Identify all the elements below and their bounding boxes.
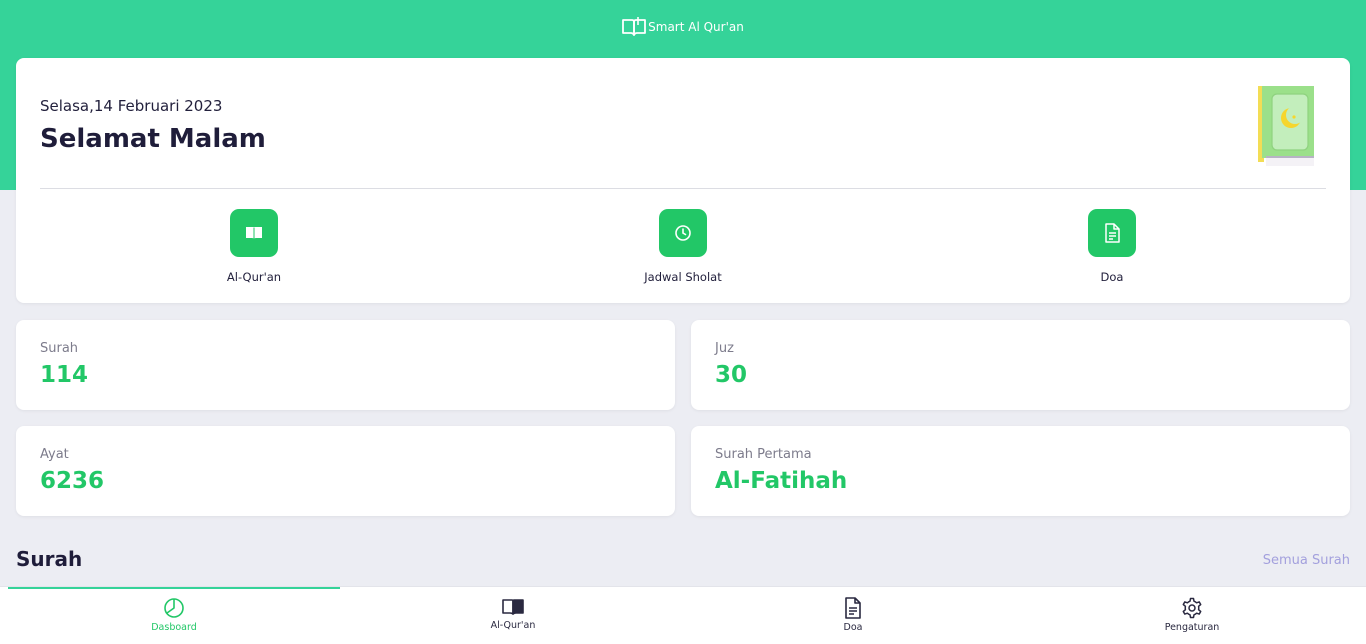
shortcut-doa[interactable]: Doa — [1052, 209, 1172, 284]
greeting-title: Selamat Malam — [40, 124, 266, 154]
app-bar: Smart Al Qur'an — [0, 0, 1366, 52]
document-icon — [753, 597, 953, 619]
shortcut-al-quran[interactable]: Al-Qur'an — [194, 209, 314, 284]
stat-card-juz: Juz 30 — [691, 320, 1350, 410]
stat-card-surah: Surah 114 — [16, 320, 675, 410]
stat-value: Al-Fatihah — [715, 468, 848, 494]
bottom-navigation: Dasboard Al-Qur'an Doa Pengaturan — [0, 586, 1366, 644]
open-book-icon — [230, 209, 278, 257]
document-icon — [1088, 209, 1136, 257]
stat-card-ayat: Ayat 6236 — [16, 426, 675, 516]
shortcut-label: Al-Qur'an — [226, 270, 282, 284]
see-all-surah-link[interactable]: Semua Surah — [1263, 553, 1350, 568]
nav-item-settings[interactable]: Pengaturan — [1092, 597, 1292, 633]
nav-item-doa[interactable]: Doa — [753, 597, 953, 633]
shortcut-label: Doa — [1100, 270, 1124, 284]
nav-label: Dasboard — [151, 622, 197, 633]
stat-label: Surah — [40, 341, 79, 356]
app-title: Smart Al Qur'an — [648, 19, 744, 34]
nav-item-dashboard[interactable]: Dasboard — [74, 597, 274, 633]
stat-value: 6236 — [40, 468, 105, 494]
nav-label: Pengaturan — [1164, 622, 1220, 633]
divider — [40, 188, 1326, 189]
stat-value: 30 — [715, 362, 748, 388]
clock-icon — [659, 209, 707, 257]
stat-label: Juz — [715, 341, 734, 356]
greeting-card: Selasa,14 Februari 2023 Selamat Malam Al… — [16, 58, 1350, 303]
stat-label: Ayat — [40, 447, 69, 462]
shortcut-label: Jadwal Sholat — [644, 270, 722, 284]
nav-label: Al-Qur'an — [490, 620, 536, 631]
gear-icon — [1092, 597, 1292, 619]
stat-card-surah-pertama: Surah Pertama Al-Fatihah — [691, 426, 1350, 516]
active-tab-indicator — [8, 587, 340, 589]
stat-value: 114 — [40, 362, 89, 388]
current-date: Selasa,14 Februari 2023 — [40, 97, 223, 115]
nav-item-al-quran[interactable]: Al-Qur'an — [413, 597, 613, 631]
surah-section-title: Surah — [16, 547, 83, 571]
pie-chart-icon — [74, 597, 274, 619]
quran-book-illustration — [1258, 86, 1314, 168]
open-book-icon — [413, 597, 613, 617]
stat-label: Surah Pertama — [715, 447, 812, 462]
nav-label: Doa — [843, 622, 863, 633]
shortcut-jadwal-sholat[interactable]: Jadwal Sholat — [623, 209, 743, 284]
app-logo-icon — [622, 16, 647, 36]
